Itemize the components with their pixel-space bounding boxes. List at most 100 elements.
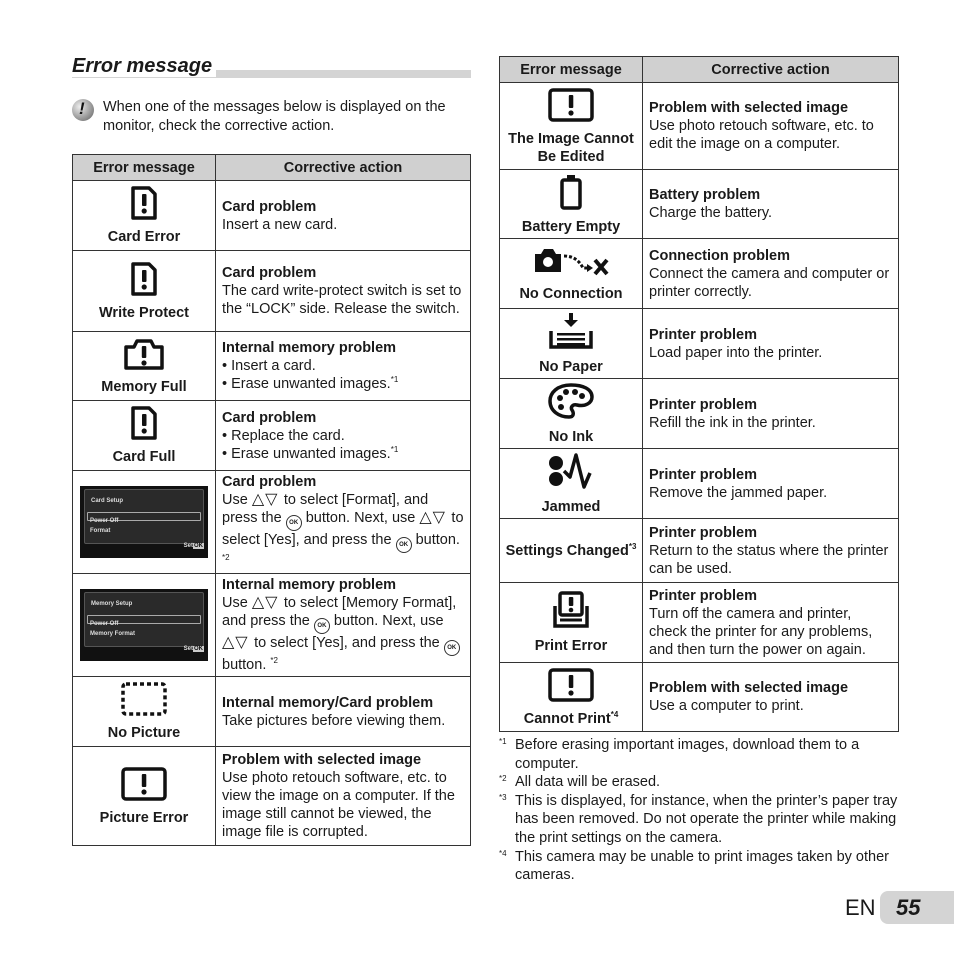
error-message-cell: Settings Changed*3: [499, 518, 643, 583]
screen-option-2: Memory Format: [90, 631, 136, 637]
error-message-text: The Image Cannot Be Edited: [508, 130, 634, 165]
section-title: Error message: [72, 55, 471, 79]
footnote-mark: *1: [499, 737, 507, 746]
footnote-ref: *1: [390, 375, 399, 385]
error-message-text: No Ink: [548, 429, 594, 445]
header-error-message: Error message: [72, 154, 216, 181]
error-message-label: Picture Error: [100, 810, 189, 826]
error-message-label: Card Full: [113, 449, 176, 465]
table-row: Battery Empty Battery problem Charge the b…: [499, 169, 899, 239]
corrective-action-cell: Problem with selected image Use a compute…: [642, 662, 899, 732]
footnote: *2 All data will be erased.: [499, 773, 899, 792]
corrective-action-cell: Connection problem Connect the camera and…: [642, 238, 899, 309]
bullet-text: Erase unwanted images.: [231, 445, 391, 462]
picture-error-icon: [73, 766, 215, 807]
problem-heading: Card problem: [222, 265, 317, 281]
error-message-cell: Picture Error: [72, 746, 216, 846]
problem-heading: Internal memory problem: [222, 340, 397, 356]
action-text: Use photo retouch software, etc. to edit…: [649, 118, 874, 152]
error-message-label: Print Error: [535, 638, 608, 654]
screen-set-label: SetOK: [184, 537, 204, 555]
page-number-tab: 55: [880, 891, 954, 924]
ok-button-icon: OK: [313, 618, 330, 634]
error-message-label: Jammed: [542, 499, 601, 515]
problem-heading: Problem with selected image: [649, 680, 849, 696]
corrective-action-cell: Printer problem Turn off the camera and p…: [642, 582, 899, 663]
set-text: Set: [183, 543, 193, 549]
table-row: Card Setup Power Off Format SetOK Card probl…: [72, 470, 471, 574]
corrective-action-cell: Printer problem Load paper into the print…: [642, 308, 899, 379]
set-text: Set: [183, 646, 193, 652]
problem-heading: Card problem: [222, 409, 317, 426]
no-connection-icon: [500, 244, 642, 283]
action-text: Take pictures before viewing them.: [222, 712, 446, 729]
footnote-text: Before erasing important images, downloa…: [515, 737, 860, 772]
footnote-mark: *3: [499, 792, 507, 802]
footnote-mark: *2: [499, 774, 507, 784]
ok-button-icon: OK: [285, 515, 302, 531]
error-message-text: No Picture: [107, 725, 181, 741]
error-message-text: Battery Empty: [521, 218, 621, 235]
header-corrective-action: Corrective action: [642, 56, 899, 83]
screen-option-2: Format: [90, 528, 111, 534]
problem-heading: Battery problem: [649, 187, 761, 203]
picture-error-icon: [500, 87, 642, 128]
table-row: Cannot Print*4 Problem with selected imag…: [499, 662, 899, 732]
up-down-arrows-icon: △▽: [419, 509, 452, 526]
page-number: 55: [896, 895, 921, 920]
footnote-ref: *4: [610, 709, 619, 719]
error-message-cell: No Ink: [499, 378, 643, 449]
error-message-text: Cannot Print: [523, 710, 611, 727]
error-message-text: Print Error: [534, 638, 608, 654]
footnote-ref: *1: [390, 444, 399, 454]
error-message-text: Jammed: [541, 499, 601, 515]
table-row: No Ink Printer problem Refill the ink in t…: [499, 378, 899, 449]
action-text: Charge the battery.: [649, 205, 773, 221]
table-row: No Connection Connection problem Connect t…: [499, 238, 899, 309]
up-down-arrows-icon: △▽: [251, 594, 284, 611]
error-message-label: No Paper: [539, 359, 603, 375]
error-message-text: Settings Changed: [505, 542, 629, 559]
footnote: *1 Before erasing important images, downl…: [499, 736, 899, 773]
bullet-text: Insert a card.: [231, 358, 316, 374]
bullet-text: Erase unwanted images.: [231, 376, 391, 392]
error-message-cell: The Image Cannot Be Edited: [499, 82, 643, 170]
action-text: Use △▽ to select [Format], and press the…: [222, 491, 464, 571]
footnote: *3 This is displayed, for instance, when …: [499, 792, 899, 848]
table-row: No Picture Internal memory/Card problem Ta…: [72, 676, 471, 747]
screen-option-selected: Power Off: [87, 512, 201, 524]
problem-heading: Internal memory/Card problem: [222, 694, 434, 711]
footnote-ref: *2: [222, 553, 230, 563]
error-message-cell: Print Error: [499, 582, 643, 663]
error-message-label: Battery Empty: [522, 219, 620, 235]
footnote-text: All data will be erased.: [515, 774, 661, 791]
error-table-left: Error message Corrective action Card Err…: [72, 154, 471, 846]
language-label: EN: [845, 895, 876, 920]
action-text: Use △▽ to select [Memory Format], and pr…: [222, 594, 464, 674]
corrective-action-cell: Internal memory problem Use △▽ to select…: [215, 573, 471, 677]
error-message-label: The Image Cannot Be Edited: [508, 131, 634, 165]
header-error-message: Error message: [499, 56, 643, 83]
screen-option-selected: Power Off: [87, 615, 201, 627]
error-message-label: Settings Changed*3: [505, 542, 637, 559]
caution-icon: [72, 99, 94, 121]
footnote: *4 This camera may be unable to print ima…: [499, 848, 899, 885]
action-bullet: • Erase unwanted images.*1: [222, 375, 399, 392]
problem-heading: Card problem: [222, 474, 317, 490]
corrective-action-cell: Card problem The card write-protect switc…: [215, 250, 471, 332]
card-error-icon: [73, 405, 215, 446]
ok-button-icon: OK: [443, 640, 460, 656]
table-row: Write Protect Card problem The card write-…: [72, 250, 471, 332]
table-row: Jammed Printer problem Remove the jammed p…: [499, 448, 899, 519]
error-message-cell: Cannot Print*4: [499, 662, 643, 732]
battery-empty-icon: [500, 173, 642, 216]
picture-error-icon: [500, 667, 642, 708]
jammed-icon: [500, 451, 642, 496]
error-message-text: Picture Error: [99, 809, 189, 826]
error-message-cell: No Picture: [72, 676, 216, 747]
error-message-cell: Card Error: [72, 180, 216, 251]
table-row: Settings Changed*3 Printer problem Return …: [499, 518, 899, 583]
error-message-cell: Jammed: [499, 448, 643, 519]
table-row: Picture Error Problem with selected image…: [72, 746, 471, 846]
error-message-cell: Memory Full: [72, 331, 216, 401]
